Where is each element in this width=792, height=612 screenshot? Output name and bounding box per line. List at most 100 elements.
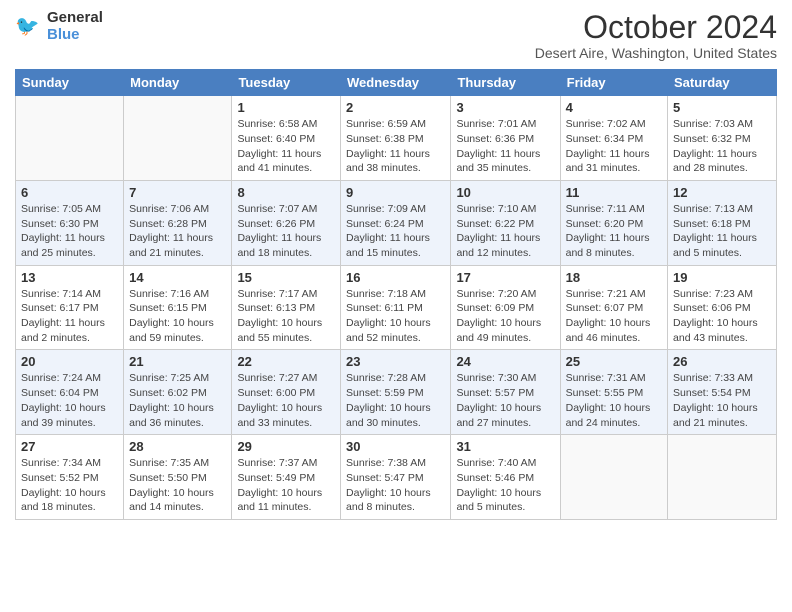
calendar-cell <box>124 96 232 181</box>
day-info: Sunrise: 7:40 AM Sunset: 5:46 PM Dayligh… <box>456 456 554 515</box>
day-number: 15 <box>237 270 335 285</box>
day-info: Sunrise: 7:37 AM Sunset: 5:49 PM Dayligh… <box>237 456 335 515</box>
col-sunday: Sunday <box>16 70 124 96</box>
day-number: 13 <box>21 270 118 285</box>
day-info: Sunrise: 7:21 AM Sunset: 6:07 PM Dayligh… <box>566 287 662 346</box>
day-number: 18 <box>566 270 662 285</box>
day-number: 1 <box>237 100 335 115</box>
calendar-cell: 2Sunrise: 6:59 AM Sunset: 6:38 PM Daylig… <box>341 96 451 181</box>
location-subtitle: Desert Aire, Washington, United States <box>535 45 777 61</box>
calendar-cell: 7Sunrise: 7:06 AM Sunset: 6:28 PM Daylig… <box>124 180 232 265</box>
day-info: Sunrise: 7:25 AM Sunset: 6:02 PM Dayligh… <box>129 371 226 430</box>
calendar-cell: 21 Sunrise: 7:25 AM Sunset: 6:02 PM Dayli… <box>124 350 232 435</box>
calendar-cell: 13Sunrise: 7:14 AM Sunset: 6:17 PM Dayli… <box>16 265 124 350</box>
calendar-cell: 9 Sunrise: 7:09 AM Sunset: 6:24 PM Daylig… <box>341 180 451 265</box>
calendar-week-1: 1 Sunrise: 6:58 AM Sunset: 6:40 PM Daylig… <box>16 96 777 181</box>
day-number: 2 <box>346 100 445 115</box>
title-area: October 2024 Desert Aire, Washington, Un… <box>535 10 777 61</box>
day-info: Sunrise: 7:11 AM Sunset: 6:20 PM Dayligh… <box>566 202 662 261</box>
calendar-cell: 26 Sunrise: 7:33 AM Sunset: 5:54 PM Dayli… <box>668 350 777 435</box>
calendar-cell: 24 Sunrise: 7:30 AM Sunset: 5:57 PM Dayli… <box>451 350 560 435</box>
calendar-table: Sunday Monday Tuesday Wednesday Thursday… <box>15 69 777 520</box>
day-info: Sunrise: 7:03 AM Sunset: 6:32 PM Dayligh… <box>673 117 771 176</box>
day-info: Sunrise: 7:30 AM Sunset: 5:57 PM Dayligh… <box>456 371 554 430</box>
calendar-cell: 6Sunrise: 7:05 AM Sunset: 6:30 PM Daylig… <box>16 180 124 265</box>
calendar-week-3: 13Sunrise: 7:14 AM Sunset: 6:17 PM Dayli… <box>16 265 777 350</box>
svg-text:🐦: 🐦 <box>15 15 39 37</box>
calendar-cell: 1 Sunrise: 6:58 AM Sunset: 6:40 PM Daylig… <box>232 96 341 181</box>
calendar-cell: 11 Sunrise: 7:11 AM Sunset: 6:20 PM Dayli… <box>560 180 667 265</box>
calendar-cell: 31 Sunrise: 7:40 AM Sunset: 5:46 PM Dayli… <box>451 435 560 520</box>
day-number: 26 <box>673 354 771 369</box>
month-title: October 2024 <box>535 10 777 45</box>
day-number: 9 <box>346 185 445 200</box>
day-info: Sunrise: 7:27 AM Sunset: 6:00 PM Dayligh… <box>237 371 335 430</box>
day-info: Sunrise: 7:09 AM Sunset: 6:24 PM Dayligh… <box>346 202 445 261</box>
day-info: Sunrise: 6:58 AM Sunset: 6:40 PM Dayligh… <box>237 117 335 176</box>
col-saturday: Saturday <box>668 70 777 96</box>
calendar-cell: 14 Sunrise: 7:16 AM Sunset: 6:15 PM Dayli… <box>124 265 232 350</box>
day-number: 17 <box>456 270 554 285</box>
day-number: 4 <box>566 100 662 115</box>
calendar-cell: 5 Sunrise: 7:03 AM Sunset: 6:32 PM Daylig… <box>668 96 777 181</box>
calendar-cell: 27Sunrise: 7:34 AM Sunset: 5:52 PM Dayli… <box>16 435 124 520</box>
day-info: Sunrise: 7:18 AM Sunset: 6:11 PM Dayligh… <box>346 287 445 346</box>
calendar-cell: 8Sunrise: 7:07 AM Sunset: 6:26 PM Daylig… <box>232 180 341 265</box>
day-number: 21 <box>129 354 226 369</box>
day-number: 16 <box>346 270 445 285</box>
logo-icon: 🐦 <box>15 13 43 41</box>
calendar-cell: 22 Sunrise: 7:27 AM Sunset: 6:00 PM Dayli… <box>232 350 341 435</box>
day-number: 10 <box>456 185 554 200</box>
day-info: Sunrise: 7:02 AM Sunset: 6:34 PM Dayligh… <box>566 117 662 176</box>
day-info: Sunrise: 7:10 AM Sunset: 6:22 PM Dayligh… <box>456 202 554 261</box>
day-number: 8 <box>237 185 335 200</box>
calendar-week-5: 27Sunrise: 7:34 AM Sunset: 5:52 PM Dayli… <box>16 435 777 520</box>
col-thursday: Thursday <box>451 70 560 96</box>
day-number: 11 <box>566 185 662 200</box>
col-friday: Friday <box>560 70 667 96</box>
day-info: Sunrise: 7:20 AM Sunset: 6:09 PM Dayligh… <box>456 287 554 346</box>
day-number: 28 <box>129 439 226 454</box>
day-number: 3 <box>456 100 554 115</box>
col-wednesday: Wednesday <box>341 70 451 96</box>
calendar-cell <box>668 435 777 520</box>
day-info: Sunrise: 7:33 AM Sunset: 5:54 PM Dayligh… <box>673 371 771 430</box>
calendar-cell: 19 Sunrise: 7:23 AM Sunset: 6:06 PM Dayli… <box>668 265 777 350</box>
day-number: 25 <box>566 354 662 369</box>
day-number: 12 <box>673 185 771 200</box>
calendar-cell: 10 Sunrise: 7:10 AM Sunset: 6:22 PM Dayli… <box>451 180 560 265</box>
col-tuesday: Tuesday <box>232 70 341 96</box>
day-number: 6 <box>21 185 118 200</box>
calendar-cell: 23Sunrise: 7:28 AM Sunset: 5:59 PM Dayli… <box>341 350 451 435</box>
day-info: Sunrise: 7:13 AM Sunset: 6:18 PM Dayligh… <box>673 202 771 261</box>
day-info: Sunrise: 7:24 AM Sunset: 6:04 PM Dayligh… <box>21 371 118 430</box>
day-number: 20 <box>21 354 118 369</box>
day-info: Sunrise: 7:23 AM Sunset: 6:06 PM Dayligh… <box>673 287 771 346</box>
day-number: 27 <box>21 439 118 454</box>
calendar-cell: 30Sunrise: 7:38 AM Sunset: 5:47 PM Dayli… <box>341 435 451 520</box>
calendar-cell <box>16 96 124 181</box>
col-monday: Monday <box>124 70 232 96</box>
day-number: 22 <box>237 354 335 369</box>
calendar-cell: 20 Sunrise: 7:24 AM Sunset: 6:04 PM Dayli… <box>16 350 124 435</box>
day-number: 7 <box>129 185 226 200</box>
day-info: Sunrise: 7:28 AM Sunset: 5:59 PM Dayligh… <box>346 371 445 430</box>
day-number: 29 <box>237 439 335 454</box>
calendar-week-4: 20 Sunrise: 7:24 AM Sunset: 6:04 PM Dayli… <box>16 350 777 435</box>
calendar-cell: 25Sunrise: 7:31 AM Sunset: 5:55 PM Dayli… <box>560 350 667 435</box>
day-number: 14 <box>129 270 226 285</box>
calendar-cell: 15Sunrise: 7:17 AM Sunset: 6:13 PM Dayli… <box>232 265 341 350</box>
day-number: 19 <box>673 270 771 285</box>
day-info: Sunrise: 7:16 AM Sunset: 6:15 PM Dayligh… <box>129 287 226 346</box>
calendar-cell: 16 Sunrise: 7:18 AM Sunset: 6:11 PM Dayli… <box>341 265 451 350</box>
day-number: 31 <box>456 439 554 454</box>
calendar-cell: 17 Sunrise: 7:20 AM Sunset: 6:09 PM Dayli… <box>451 265 560 350</box>
header: 🐦 General Blue October 2024 Desert Aire,… <box>15 10 777 61</box>
calendar-cell: 18 Sunrise: 7:21 AM Sunset: 6:07 PM Dayli… <box>560 265 667 350</box>
day-info: Sunrise: 7:38 AM Sunset: 5:47 PM Dayligh… <box>346 456 445 515</box>
calendar-cell: 29 Sunrise: 7:37 AM Sunset: 5:49 PM Dayli… <box>232 435 341 520</box>
day-number: 24 <box>456 354 554 369</box>
calendar-cell: 12 Sunrise: 7:13 AM Sunset: 6:18 PM Dayli… <box>668 180 777 265</box>
day-number: 5 <box>673 100 771 115</box>
calendar-week-2: 6Sunrise: 7:05 AM Sunset: 6:30 PM Daylig… <box>16 180 777 265</box>
